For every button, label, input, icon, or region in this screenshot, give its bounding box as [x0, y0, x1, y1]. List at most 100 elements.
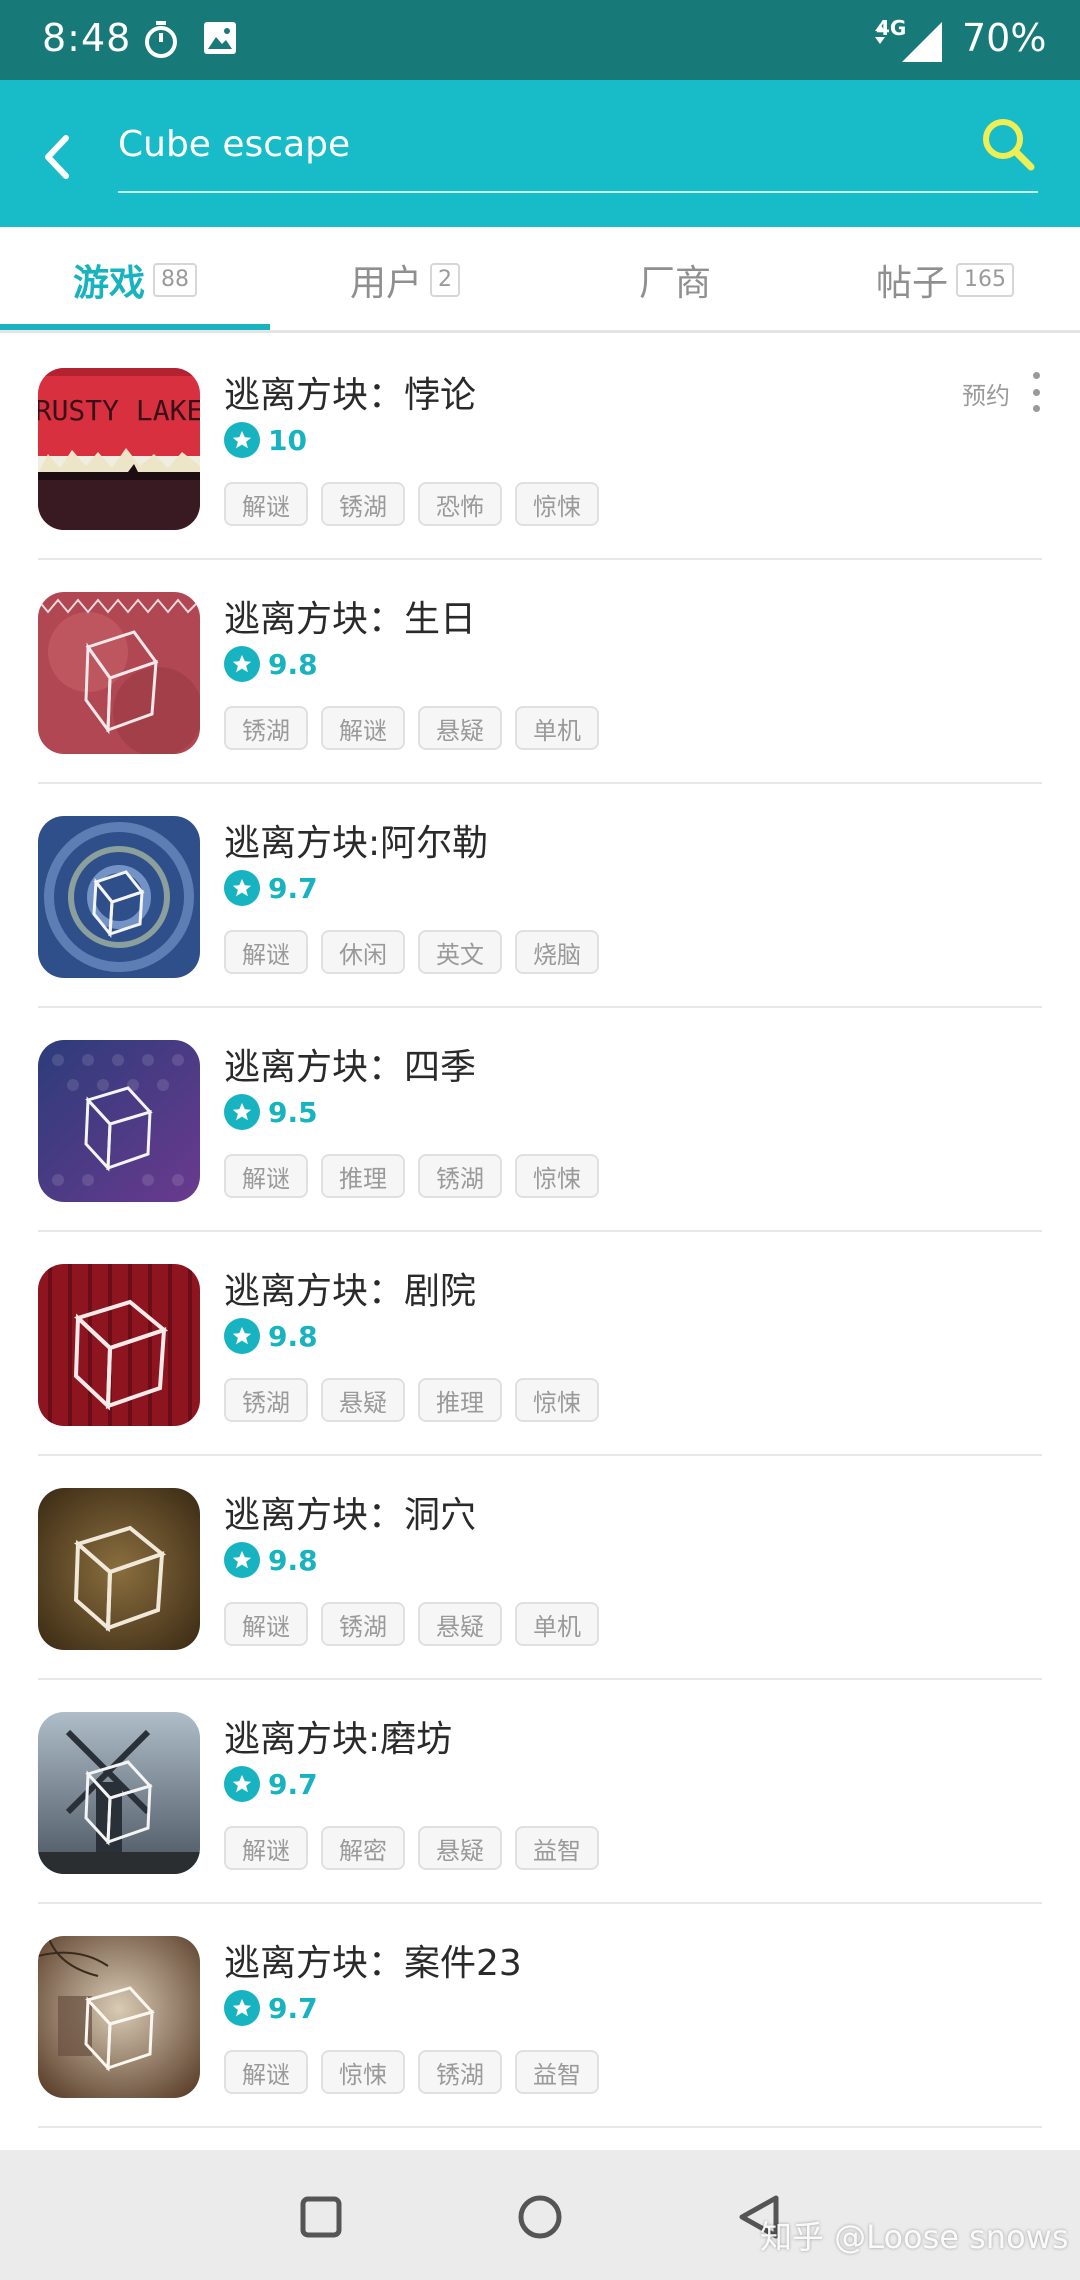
tag[interactable]: 益智	[515, 1826, 599, 1870]
cube-birthday-icon	[38, 592, 200, 754]
tag-list: 解谜 惊悚 锈湖 益智	[224, 2050, 612, 2094]
tag[interactable]: 烧脑	[515, 930, 599, 974]
svg-text:RUSTY LAKE: RUSTY LAKE	[38, 394, 200, 427]
tag[interactable]: 悬疑	[321, 1378, 405, 1422]
tab-games[interactable]: 游戏 88	[0, 227, 270, 333]
tag[interactable]: 休闲	[321, 930, 405, 974]
star-icon	[224, 1094, 260, 1130]
rating-value: 9.7	[268, 1767, 318, 1801]
reserve-button[interactable]: 预约	[962, 376, 1010, 411]
cube-arles-icon	[38, 816, 200, 978]
game-list-item[interactable]: 逃离方块:磨坊 9.7 解谜 解密 悬疑 益智	[0, 1680, 1080, 1904]
tag[interactable]: 益智	[515, 2050, 599, 2094]
star-icon	[224, 1766, 260, 1802]
rating: 9.7	[224, 1764, 318, 1804]
star-icon	[224, 646, 260, 682]
tag[interactable]: 推理	[418, 1378, 502, 1422]
rating: 9.8	[224, 1540, 318, 1580]
tag[interactable]: 悬疑	[418, 706, 502, 750]
status-bar: 8:48 4G 70%	[0, 0, 1080, 80]
rating: 9.7	[224, 1988, 318, 2028]
divider	[38, 2126, 1042, 2128]
battery-level: 70%	[962, 16, 1047, 60]
watermark: 知乎 @Loose snows	[760, 2218, 1069, 2256]
tag[interactable]: 悬疑	[418, 1826, 502, 1870]
tag-list: 解谜 解密 悬疑 益智	[224, 1826, 612, 1870]
tag[interactable]: 解谜	[224, 930, 308, 974]
cube-cave-icon	[38, 1488, 200, 1650]
rating-value: 9.5	[268, 1095, 318, 1129]
search-icon[interactable]	[976, 112, 1040, 176]
tab-label: 游戏	[72, 263, 145, 304]
tag[interactable]: 锈湖	[321, 482, 405, 526]
game-list-item[interactable]: 逃离方块：案件23 9.7 解谜 惊悚 锈湖 益智	[0, 1904, 1080, 2128]
tab-label: 帖子	[875, 263, 948, 304]
game-list-item[interactable]: 逃离方块：生日 9.8 锈湖 解谜 悬疑 单机	[0, 560, 1080, 784]
game-list-item[interactable]: 逃离方块：洞穴 9.8 解谜 锈湖 悬疑 单机	[0, 1456, 1080, 1680]
game-title: 逃离方块:磨坊	[224, 1719, 453, 1760]
tag[interactable]: 解谜	[224, 2050, 308, 2094]
game-list-item[interactable]: 逃离方块:阿尔勒 9.7 解谜 休闲 英文 烧脑	[0, 784, 1080, 1008]
result-tabs: 游戏 88 用户 2 厂商 帖子 165	[0, 227, 1080, 333]
game-list-item[interactable]: 逃离方块：剧院 9.8 锈湖 悬疑 推理 惊悚	[0, 1232, 1080, 1456]
star-icon	[224, 1318, 260, 1354]
tag[interactable]: 单机	[515, 706, 599, 750]
rating-value: 10	[268, 423, 307, 457]
cube-case23-icon	[38, 1936, 200, 2098]
tag[interactable]: 解谜	[224, 1826, 308, 1870]
tag[interactable]: 锈湖	[418, 2050, 502, 2094]
tab-vendors[interactable]: 厂商	[540, 227, 810, 333]
rating-value: 9.8	[268, 1319, 318, 1353]
tag[interactable]: 解谜	[224, 482, 308, 526]
game-title: 逃离方块：生日	[224, 599, 477, 640]
tag[interactable]: 锈湖	[321, 1602, 405, 1646]
tag[interactable]: 锈湖	[418, 1154, 502, 1198]
star-icon	[224, 870, 260, 906]
tab-posts[interactable]: 帖子 165	[810, 227, 1080, 333]
tag-list: 解谜 休闲 英文 烧脑	[224, 930, 612, 974]
tag[interactable]: 解谜	[224, 1602, 308, 1646]
rating: 9.7	[224, 868, 318, 908]
tag[interactable]: 恐怖	[418, 482, 502, 526]
search-header	[0, 80, 1080, 227]
game-title: 逃离方块：四季	[224, 1047, 477, 1088]
tag[interactable]: 惊悚	[321, 2050, 405, 2094]
recents-square-icon[interactable]	[286, 2182, 356, 2252]
search-input[interactable]	[118, 114, 1038, 174]
game-list-item[interactable]: RUSTY LAKE 逃离方块：悖论 10 解谜 锈湖 恐怖 惊悚 预约	[0, 336, 1080, 560]
tag[interactable]: 惊悚	[515, 1378, 599, 1422]
tag[interactable]: 解密	[321, 1826, 405, 1870]
cube-seasons-icon	[38, 1040, 200, 1202]
tag[interactable]: 解谜	[224, 1154, 308, 1198]
tag-list: 解谜 锈湖 悬疑 单机	[224, 1602, 612, 1646]
tab-count-badge: 165	[956, 263, 1014, 297]
rating-value: 9.7	[268, 1991, 318, 2025]
back-icon[interactable]	[28, 120, 88, 190]
tag[interactable]: 惊悚	[515, 482, 599, 526]
tag[interactable]: 英文	[418, 930, 502, 974]
tag[interactable]: 锈湖	[224, 1378, 308, 1422]
tag[interactable]: 惊悚	[515, 1154, 599, 1198]
home-circle-icon[interactable]	[505, 2182, 575, 2252]
game-title: 逃离方块：案件23	[224, 1943, 522, 1984]
signal-icon	[902, 22, 942, 62]
rating-value: 9.8	[268, 647, 318, 681]
game-title: 逃离方块：剧院	[224, 1271, 477, 1312]
tag[interactable]: 锈湖	[224, 706, 308, 750]
tag-list: 锈湖 悬疑 推理 惊悚	[224, 1378, 612, 1422]
tab-users[interactable]: 用户 2	[270, 227, 540, 333]
game-title: 逃离方块：悖论	[224, 375, 477, 416]
tag[interactable]: 解谜	[321, 706, 405, 750]
tab-count-badge: 88	[153, 263, 197, 297]
timer-icon	[145, 21, 177, 58]
rusty-lake-icon: RUSTY LAKE	[38, 368, 200, 530]
rating: 10	[224, 420, 307, 460]
tag[interactable]: 推理	[321, 1154, 405, 1198]
star-icon	[224, 422, 260, 458]
tag[interactable]: 悬疑	[418, 1602, 502, 1646]
more-options-icon[interactable]	[1026, 372, 1046, 412]
tag[interactable]: 单机	[515, 1602, 599, 1646]
rating: 9.8	[224, 644, 318, 684]
game-list-item[interactable]: 逃离方块：四季 9.5 解谜 推理 锈湖 惊悚	[0, 1008, 1080, 1232]
rating: 9.8	[224, 1316, 318, 1356]
